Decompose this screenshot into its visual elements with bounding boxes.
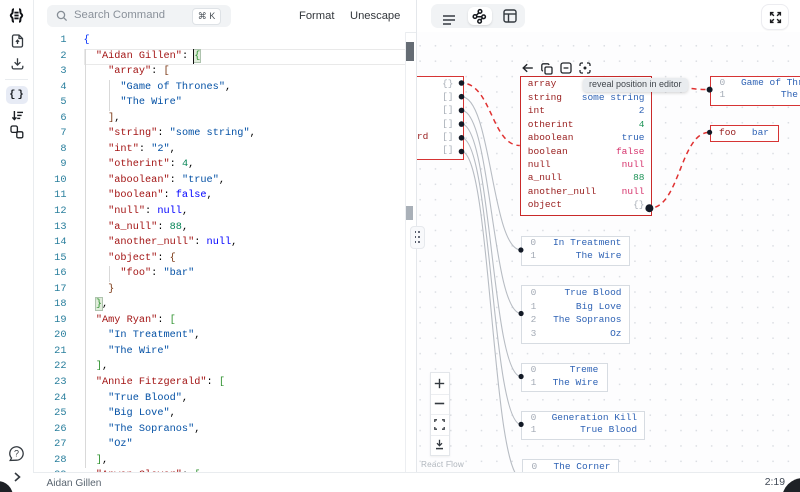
svg-text:?: ?	[14, 448, 19, 458]
